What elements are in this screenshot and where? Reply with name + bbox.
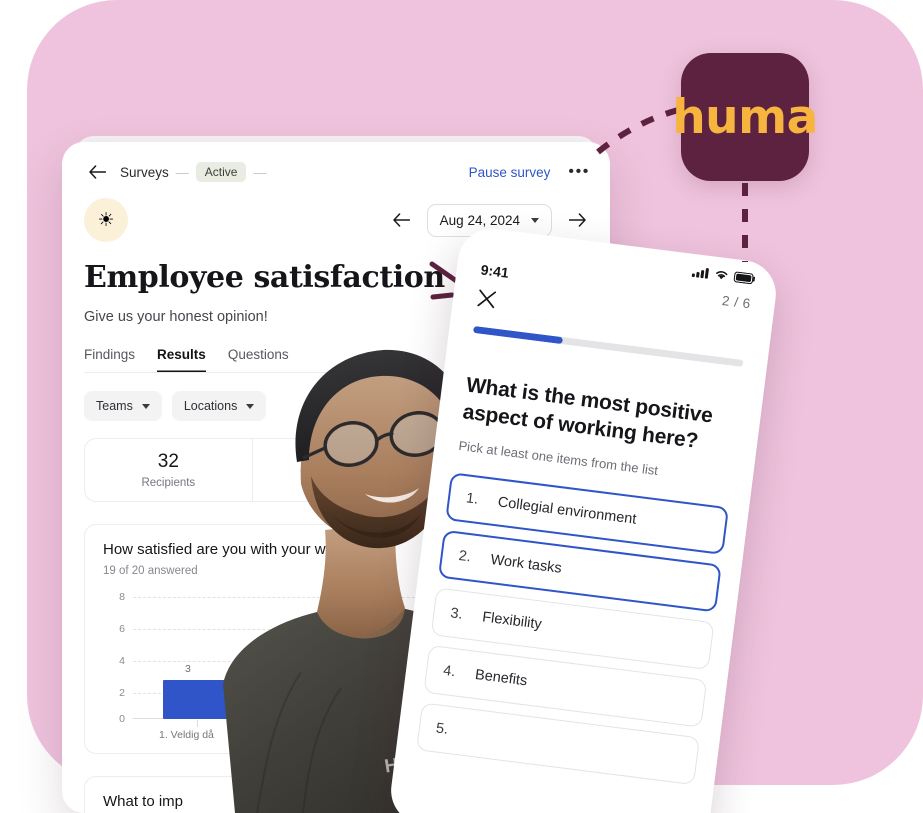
date-select-value: Aug 24, 2024 bbox=[439, 212, 520, 228]
huma-wordmark: huma bbox=[672, 89, 818, 145]
survey-progress-fill bbox=[472, 325, 563, 345]
chevron-down-icon bbox=[531, 217, 539, 223]
pause-survey-button[interactable]: Pause survey bbox=[469, 165, 551, 180]
option-4-label: Benefits bbox=[474, 666, 529, 690]
battery-icon bbox=[733, 269, 757, 290]
cellular-signal-icon bbox=[691, 263, 710, 283]
composition-stage: huma Surveys — Active — Pause survey •••… bbox=[0, 0, 923, 813]
tab-findings[interactable]: Findings bbox=[84, 347, 135, 373]
option-1-label: Collegial environment bbox=[496, 494, 638, 528]
y-tick-0: 0 bbox=[119, 713, 125, 725]
option-2-label: Work tasks bbox=[489, 551, 563, 577]
close-icon[interactable] bbox=[475, 289, 497, 314]
option-1-number: 1. bbox=[465, 490, 480, 508]
y-tick-8: 8 bbox=[119, 591, 125, 603]
date-next-icon[interactable] bbox=[564, 207, 590, 233]
option-4-number: 4. bbox=[442, 662, 457, 681]
option-5-number: 5. bbox=[435, 720, 450, 738]
more-options-icon[interactable]: ••• bbox=[568, 164, 590, 179]
y-tick-6: 6 bbox=[119, 623, 125, 635]
option-3-label: Flexibility bbox=[481, 609, 543, 633]
x-tick-mark-1 bbox=[197, 720, 198, 727]
bar-value-label-1: 3 bbox=[185, 663, 191, 675]
wifi-icon bbox=[713, 266, 730, 286]
breadcrumb-surveys[interactable]: Surveys bbox=[120, 165, 169, 180]
status-badge: Active bbox=[195, 162, 247, 182]
breadcrumb-dash-right: — bbox=[253, 164, 267, 180]
back-arrow-icon[interactable] bbox=[84, 159, 110, 185]
huma-logo-badge: huma bbox=[672, 53, 818, 181]
stat-recipients-label: Recipients bbox=[141, 477, 196, 489]
date-prev-icon[interactable] bbox=[389, 207, 415, 233]
tab-results[interactable]: Results bbox=[157, 347, 206, 373]
chevron-down-icon bbox=[141, 403, 150, 409]
dashboard-topbar: Surveys — Active — Pause survey ••• bbox=[62, 142, 610, 188]
y-tick-2: 2 bbox=[119, 687, 125, 699]
y-tick-4: 4 bbox=[119, 655, 125, 667]
answer-options-list: 1. Collegial environment 2. Work tasks 3… bbox=[416, 472, 730, 785]
phone-clock: 9:41 bbox=[479, 261, 510, 281]
stat-recipients-value: 32 bbox=[157, 451, 179, 472]
sun-emoji-icon: ☀ bbox=[84, 198, 128, 242]
filter-teams[interactable]: Teams bbox=[84, 391, 162, 421]
filter-teams-label: Teams bbox=[96, 399, 133, 413]
option-2-number: 2. bbox=[457, 547, 472, 566]
breadcrumb-dash-left: — bbox=[175, 164, 189, 180]
option-3-number: 3. bbox=[449, 605, 464, 623]
